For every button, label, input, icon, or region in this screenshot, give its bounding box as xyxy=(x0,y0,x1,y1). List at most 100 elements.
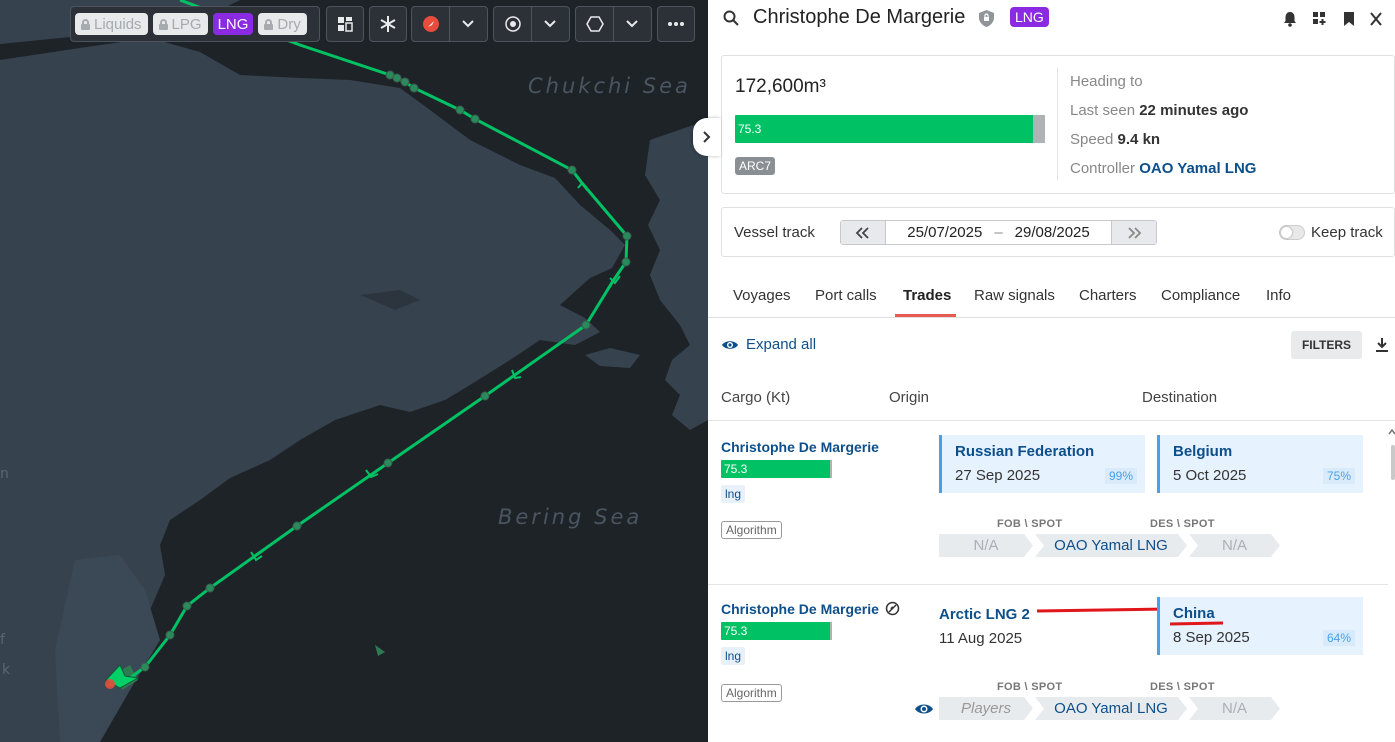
fob-spot-label: FOB \ SPOT xyxy=(997,518,1063,530)
lock-icon xyxy=(264,18,274,30)
bookmark-icon[interactable] xyxy=(1343,11,1355,27)
vessel-track-box: Vessel track 25/07/2025 – 29/08/2025 Kee… xyxy=(721,207,1395,257)
destination-card[interactable]: Belgium 5 Oct 2025 75% xyxy=(1157,435,1363,493)
tab-trades[interactable]: Trades xyxy=(903,287,951,304)
dashboard-icon xyxy=(338,17,353,32)
vessel-track-label: Vessel track xyxy=(734,224,815,241)
source-tag: Algorithm xyxy=(721,684,782,702)
vessel-type-filter: Liquids LPG LNG Dry xyxy=(70,6,320,42)
tab-bar: Voyages Port calls Trades Raw signals Ch… xyxy=(708,278,1395,318)
bell-icon[interactable] xyxy=(1283,11,1297,27)
keep-track-toggle[interactable] xyxy=(1279,225,1305,240)
active-tab-indicator xyxy=(895,314,956,317)
buyer-chip[interactable]: N/A xyxy=(1189,534,1280,557)
cargo-bar: 75.3 xyxy=(721,460,832,478)
panel-header: Christophe De Margerie LNG xyxy=(708,0,1395,40)
eye-icon xyxy=(722,340,738,349)
snowflake-icon xyxy=(380,16,396,32)
des-spot-label: DES \ SPOT xyxy=(1150,681,1215,693)
filters-button[interactable]: FILTERS xyxy=(1291,331,1362,359)
scroll-up-icon[interactable] xyxy=(1388,428,1395,436)
column-cargo: Cargo (Kt) xyxy=(721,389,791,406)
tab-raw-signals[interactable]: Raw signals xyxy=(974,287,1055,304)
tab-compliance[interactable]: Compliance xyxy=(1161,287,1240,304)
tab-info[interactable]: Info xyxy=(1266,287,1291,304)
controller: Controller OAO Yamal LNG xyxy=(1070,160,1257,177)
compass-dropdown[interactable] xyxy=(411,6,488,42)
eye-icon[interactable] xyxy=(914,702,934,716)
land-island xyxy=(585,348,640,368)
edge-label: n xyxy=(0,466,9,482)
date-range-picker: 25/07/2025 – 29/08/2025 xyxy=(840,220,1157,245)
fill-bar: 75.3 xyxy=(735,115,1045,143)
chip-lpg[interactable]: LPG xyxy=(152,13,208,35)
seller-chip[interactable]: Players xyxy=(939,697,1033,720)
download-icon[interactable] xyxy=(1375,337,1389,353)
sanction-icon xyxy=(885,601,900,616)
trade-vessel-link[interactable]: Christophe De Margerie xyxy=(721,601,879,617)
map-view[interactable]: Chukchi Sea Bering Sea n f k Liquids LPG… xyxy=(0,0,708,742)
des-spot-label: DES \ SPOT xyxy=(1150,518,1215,530)
last-seen: Last seen 22 minutes ago xyxy=(1070,102,1249,119)
location-toggle[interactable] xyxy=(494,6,531,42)
map-canvas[interactable] xyxy=(0,0,708,742)
origin-card[interactable]: Russian Federation 27 Sep 2025 99% xyxy=(939,435,1145,493)
previous-range-button[interactable] xyxy=(841,221,886,244)
fill-bar-remaining xyxy=(1032,115,1045,143)
hexagon-icon xyxy=(585,16,604,32)
scrollbar-thumb[interactable] xyxy=(1391,445,1395,480)
vessel-type-badge: LNG xyxy=(1010,7,1049,27)
edge-label: k xyxy=(2,662,11,678)
chip-dry[interactable]: Dry xyxy=(258,13,307,35)
charterer-chip[interactable]: OAO Yamal LNG xyxy=(1035,534,1187,557)
location-dropdown[interactable] xyxy=(493,6,570,42)
shape-toggle[interactable] xyxy=(576,6,613,42)
chevron-down-icon[interactable] xyxy=(450,6,487,42)
column-origin: Origin xyxy=(889,389,930,406)
tab-voyages[interactable]: Voyages xyxy=(733,287,791,304)
tab-port-calls[interactable]: Port calls xyxy=(815,287,877,304)
date-range[interactable]: 25/07/2025 – 29/08/2025 xyxy=(886,224,1111,241)
ice-class-badge: ARC7 xyxy=(735,157,776,175)
vessel-panel: Christophe De Margerie LNG 172,600m³ 75.… xyxy=(708,0,1395,742)
edge-label: f xyxy=(0,632,5,648)
expand-all-button[interactable]: Expand all xyxy=(721,336,816,353)
fob-spot-label: FOB \ SPOT xyxy=(997,681,1063,693)
add-dashboard-icon[interactable] xyxy=(1312,11,1327,26)
tab-charters[interactable]: Charters xyxy=(1079,287,1137,304)
charterer-chip[interactable]: OAO Yamal LNG xyxy=(1035,697,1187,720)
compass-icon xyxy=(422,16,439,32)
more-button[interactable] xyxy=(657,6,695,42)
buyer-chip[interactable]: N/A xyxy=(1189,697,1280,720)
cargo-bar: 75.3 xyxy=(721,622,832,640)
double-chevron-left-icon xyxy=(855,226,869,239)
search-icon[interactable] xyxy=(723,10,739,26)
shape-dropdown[interactable] xyxy=(575,6,652,42)
capacity-value: 172,600m³ xyxy=(735,76,826,97)
vessel-name: Christophe De Margerie xyxy=(753,6,966,28)
trade-vessel-link[interactable]: Christophe De Margerie xyxy=(721,439,879,455)
compass-toggle[interactable] xyxy=(412,6,449,42)
close-icon[interactable] xyxy=(1369,10,1383,28)
shield-icon xyxy=(979,10,994,27)
lock-icon xyxy=(81,18,90,30)
date-to[interactable]: 29/08/2025 xyxy=(1015,224,1090,241)
seller-chip[interactable]: N/A xyxy=(939,534,1033,557)
collapse-panel-button[interactable] xyxy=(693,118,721,156)
sea-label-bering: Bering Sea xyxy=(498,505,643,529)
double-chevron-right-icon xyxy=(1128,226,1142,239)
sea-label-chukchi: Chukchi Sea xyxy=(528,74,691,98)
layout-button[interactable] xyxy=(326,6,364,42)
chevron-down-icon[interactable] xyxy=(532,6,569,42)
next-range-button[interactable] xyxy=(1111,221,1156,244)
chip-lng[interactable]: LNG xyxy=(212,13,254,35)
weather-button[interactable] xyxy=(369,6,407,42)
controller-link[interactable]: OAO Yamal LNG xyxy=(1139,160,1256,177)
chevron-right-icon xyxy=(703,131,711,143)
vessel-summary-card: 172,600m³ 75.3 ARC7 Heading to Last seen… xyxy=(721,55,1395,194)
date-from[interactable]: 25/07/2025 xyxy=(907,224,982,241)
chevron-down-icon[interactable] xyxy=(614,6,651,42)
keep-track-label: Keep track xyxy=(1311,224,1383,241)
fill-value: 75.3 xyxy=(738,122,762,136)
chip-liquids[interactable]: Liquids xyxy=(75,13,148,35)
